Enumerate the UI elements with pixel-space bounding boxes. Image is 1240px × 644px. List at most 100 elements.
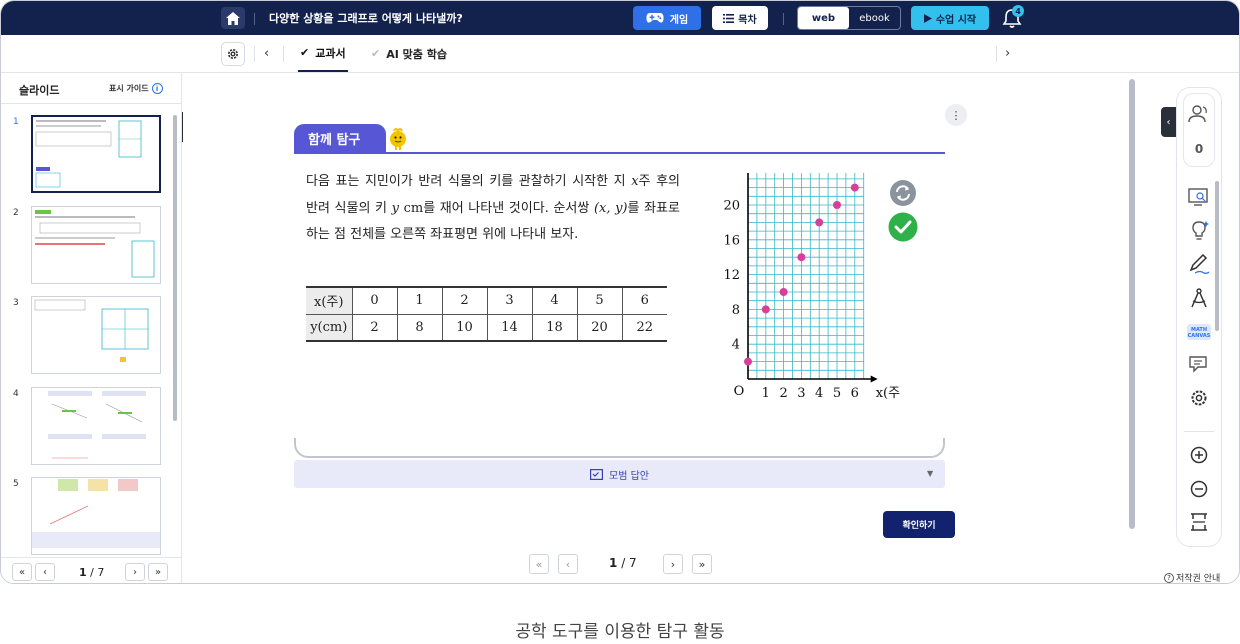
home-button[interactable]: [221, 7, 245, 29]
table-cell: 14: [486, 313, 533, 342]
view-toggle: web ebook: [797, 6, 901, 30]
display-guide-link[interactable]: 표시 가이드 i: [109, 83, 163, 94]
y-tick-label: 12: [723, 268, 740, 283]
check-answer-button[interactable]: [888, 212, 918, 242]
prev-page-button[interactable]: ‹: [558, 554, 578, 574]
check-icon: ✔: [300, 46, 310, 59]
lesson-title: 다양한 상황을 그래프로 어떻게 나타낼까?: [269, 12, 463, 25]
settings-button[interactable]: [221, 42, 245, 66]
coordinate-plane[interactable]: 12345648121620Ox(주)y(cm): [701, 173, 901, 419]
y-tick-label: 20: [723, 199, 740, 214]
page-info: 1 / 7: [609, 556, 637, 570]
slide-preview: [35, 210, 155, 278]
participant-count: 0: [1194, 142, 1204, 156]
first-page-button[interactable]: «: [12, 563, 32, 581]
compass-icon[interactable]: [1186, 287, 1212, 309]
slide-thumbnail-5[interactable]: [31, 477, 161, 555]
section-title: 함께 탐구: [294, 124, 386, 152]
table-row: y(cm) 2 8 10 14 18 20 22: [306, 313, 667, 342]
confirm-button[interactable]: 확인하기: [883, 511, 955, 538]
slide-preview: [34, 299, 149, 362]
slide-thumbnail-3[interactable]: [31, 296, 161, 374]
last-page-button[interactable]: »: [692, 554, 712, 574]
table-header-x: x(주): [306, 286, 353, 315]
slide-number: 4: [13, 389, 19, 399]
data-point: [761, 305, 770, 314]
toc-button[interactable]: 목차: [712, 6, 768, 30]
y-tick-label: 8: [732, 303, 740, 318]
slide-pager: « ‹ 1 / 7 › »: [1, 557, 181, 583]
view-ebook-option[interactable]: ebook: [849, 7, 900, 29]
question-icon: ?: [1164, 572, 1174, 583]
chevron-right-icon[interactable]: ›: [1005, 46, 1010, 61]
next-page-button[interactable]: ›: [663, 554, 683, 574]
mascot-icon: [390, 128, 406, 150]
data-table: x(주) 0 1 2 3 4 5 6 y(cm) 2 8 10 14 18 20…: [306, 286, 667, 342]
slide-panel-scrollbar[interactable]: [173, 115, 177, 421]
gamepad-icon: [646, 13, 664, 23]
slide-thumbnail-1[interactable]: [31, 115, 161, 193]
table-cell: 18: [531, 313, 578, 342]
table-cell: 3: [486, 286, 533, 315]
fit-height-icon[interactable]: [1186, 511, 1212, 533]
zoom-out-icon[interactable]: [1186, 478, 1212, 500]
next-page-button[interactable]: ›: [125, 563, 145, 581]
table-cell: 10: [441, 313, 488, 342]
x-tick-label: 4: [815, 386, 823, 401]
data-point: [833, 201, 841, 209]
data-point: [815, 218, 824, 227]
copyright-link[interactable]: ? 저작권 안내: [1164, 571, 1221, 584]
list-icon: [723, 13, 735, 23]
slide-thumbnail-4[interactable]: [31, 387, 161, 465]
slide-panel-title: 슬라이드: [19, 84, 60, 97]
prev-page-button[interactable]: ‹: [35, 563, 55, 581]
data-point: [850, 183, 859, 192]
pen-icon[interactable]: [1186, 253, 1212, 275]
chevron-left-icon[interactable]: ‹: [264, 46, 269, 61]
image-caption: 공학 도구를 이용한 탐구 활동: [515, 622, 725, 642]
model-answer-toggle[interactable]: 모범 답안: [294, 460, 945, 488]
first-page-button[interactable]: «: [529, 554, 549, 574]
tab-textbook[interactable]: ✔ 교과서: [298, 35, 348, 72]
math-canvas-icon[interactable]: MATH CANVAS: [1186, 321, 1212, 343]
last-page-button[interactable]: »: [148, 563, 168, 581]
table-cell: 6: [621, 286, 667, 315]
slide-number: 3: [13, 298, 19, 308]
divider: [996, 46, 997, 62]
x-tick-label: 2: [779, 386, 787, 401]
copyright-label: 저작권 안내: [1176, 574, 1221, 584]
reset-button[interactable]: [889, 179, 917, 207]
check-icon: ✔: [371, 47, 381, 60]
gear-icon[interactable]: [1186, 387, 1212, 409]
tab-ai-learning-label: AI 맞춤 학습: [386, 47, 447, 61]
tab-textbook-label: 교과서: [315, 46, 346, 60]
data-point: [744, 357, 752, 366]
table-cell: 0: [351, 286, 398, 315]
top-bar: 다양한 상황을 그래프로 어떻게 나타낼까? 게임 목차 web ebook 수…: [1, 1, 1239, 35]
table-cell: 2: [351, 313, 398, 342]
zoom-in-icon[interactable]: [1186, 444, 1212, 466]
table-header-y: y(cm): [306, 313, 353, 342]
slide-thumbnail-2[interactable]: [31, 206, 161, 284]
tool-panel-scrollbar[interactable]: [1215, 181, 1219, 331]
table-row: x(주) 0 1 2 3 4 5 6: [306, 286, 667, 315]
tab-ai-learning[interactable]: ✔ AI 맞춤 학습: [371, 35, 447, 72]
chat-icon[interactable]: [1186, 353, 1212, 375]
slide-preview: [48, 391, 146, 459]
start-class-button[interactable]: 수업 시작: [911, 6, 989, 30]
slide-panel: 슬라이드 표시 가이드 i 1 2 3 4 5 « ‹ 1 / 7 › »: [1, 73, 182, 583]
content-scrollbar[interactable]: [1129, 79, 1135, 529]
x-tick-label: 1: [762, 386, 770, 401]
view-web-option[interactable]: web: [798, 7, 849, 29]
info-icon: i: [151, 83, 163, 94]
x-tick-label: 3: [797, 386, 805, 401]
slide-number: 5: [13, 479, 19, 489]
divider: [254, 13, 255, 25]
screen-monitor-icon[interactable]: [1186, 186, 1212, 208]
x-axis-label: x(주): [876, 386, 901, 401]
more-options-button[interactable]: ⋮: [945, 104, 967, 126]
collapse-right-panel-button[interactable]: ‹: [1161, 107, 1176, 137]
lightbulb-icon[interactable]: [1186, 219, 1212, 241]
game-button[interactable]: 게임: [633, 6, 701, 30]
x-tick-label: 5: [833, 386, 841, 401]
